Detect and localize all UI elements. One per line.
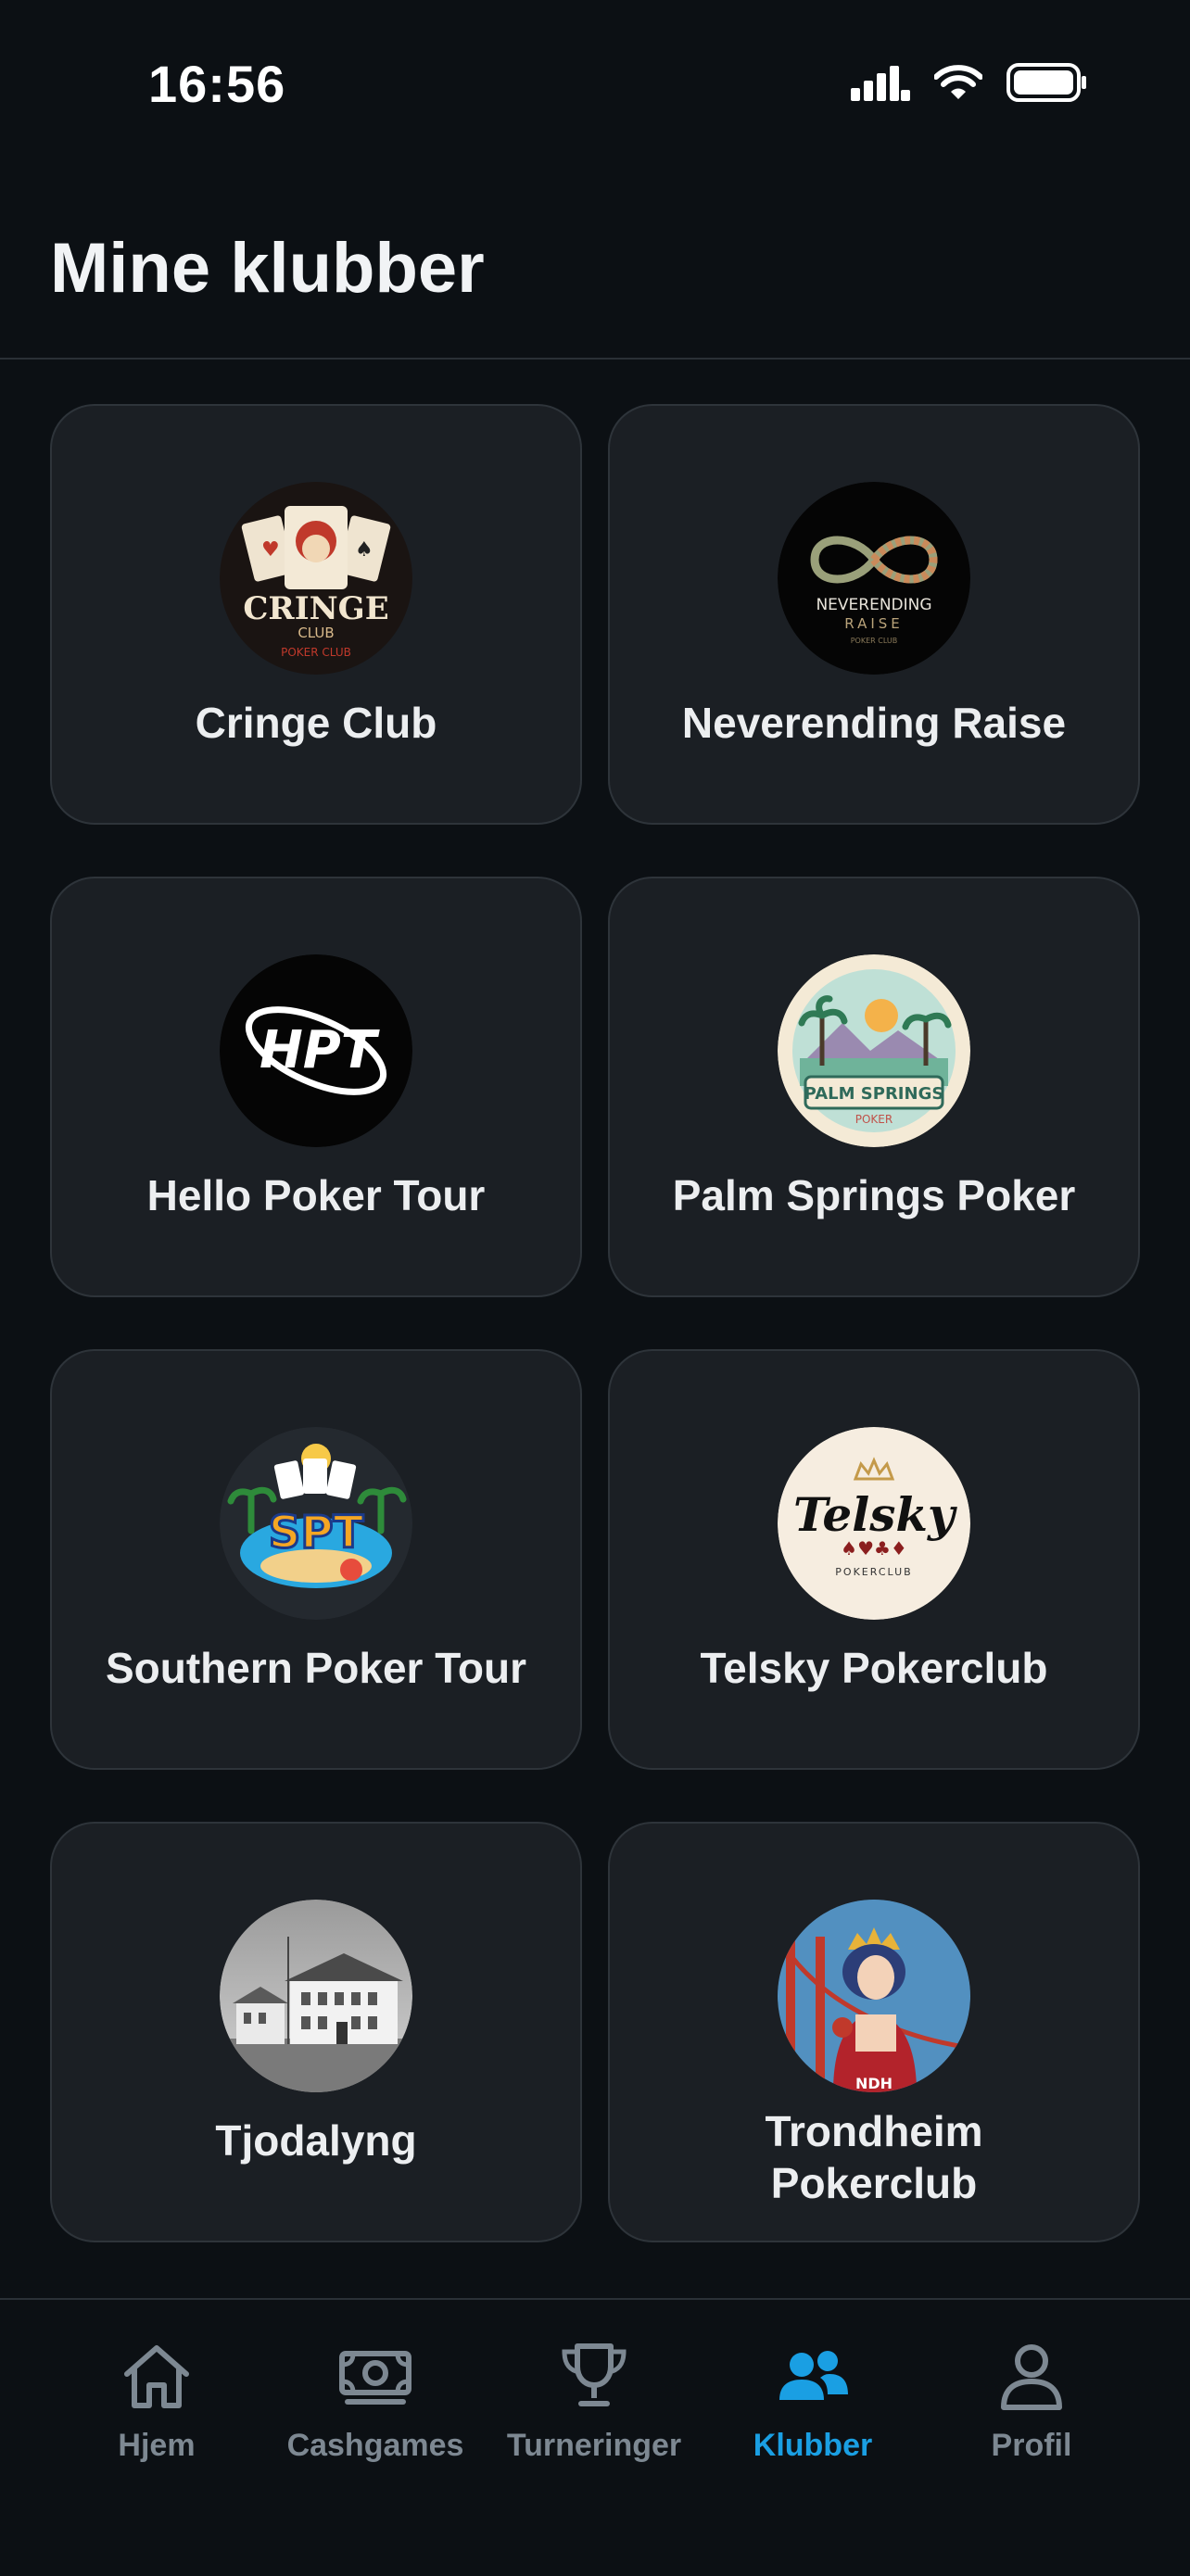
club-name-line-1: Trondheim [765,2107,983,2155]
club-logo-spt: SPT [220,1427,412,1620]
club-name: Tjodalyng [215,2116,417,2165]
club-name: Southern Poker Tour [105,1644,527,1692]
club-card-telsky-pokerclub[interactable]: Telsky ♠♥♣♦ POKERCLUB Telsky Pokerclub [608,1349,1140,1770]
club-logo-hpt: HPT [220,954,412,1147]
club-card-neverending-raise[interactable]: NEVERENDING RAISE POKER CLUB Neverending… [608,404,1140,825]
wifi-icon [934,65,982,99]
club-logo-cringe: ♥ ♠ CRINGE CLUB POKER CLUB [220,482,412,675]
club-logo-tjodalyng [220,1900,412,2092]
status-time: 16:56 [148,55,286,113]
club-name: Trondheim Pokerclub [628,2105,1120,2209]
svg-text:POKER: POKER [855,1113,892,1126]
battery-icon [1006,63,1086,102]
club-logo-neverending: NEVERENDING RAISE POKER CLUB [778,482,970,675]
tab-label: Hjem [118,2428,196,2463]
club-card-cringe-club[interactable]: ♥ ♠ CRINGE CLUB POKER CLUB Cringe Club [50,404,582,825]
club-name: Telsky Pokerclub [700,1644,1048,1692]
club-name: Neverending Raise [681,699,1067,747]
svg-text:POKER CLUB: POKER CLUB [851,637,898,645]
club-grid: ♥ ♠ CRINGE CLUB POKER CLUB Cringe Club N… [50,404,1140,2242]
home-icon [124,2345,189,2408]
trophy-icon [562,2343,627,2406]
svg-text:PALM SPRINGS: PALM SPRINGS [804,1084,944,1104]
svg-text:POKERCLUB: POKERCLUB [835,1566,912,1578]
tab-label: Cashgames [286,2428,464,2463]
svg-text:♠♥♣♦: ♠♥♣♦ [841,1537,907,1559]
tab-hjem[interactable]: Hjem [47,2337,266,2467]
person-icon [1001,2344,1062,2410]
tab-turneringer[interactable]: Turneringer [485,2337,703,2467]
club-card-palm-springs-poker[interactable]: PALM SPRINGS POKER Palm Springs Poker [608,877,1140,1297]
club-card-tjodalyng[interactable]: Tjodalyng [50,1822,582,2242]
svg-text:NEVERENDING: NEVERENDING [816,596,931,614]
status-bar: 16:56 [0,0,1190,176]
page-title: Mine klubber [50,229,485,308]
svg-text:♥: ♥ [261,538,280,562]
tab-bar: Hjem Cashgames Turneringer Klubber Profi… [0,2298,1190,2576]
club-name: Cringe Club [195,699,437,747]
tab-klubber[interactable]: Klubber [703,2337,922,2467]
cash-icon [339,2351,411,2405]
header: Mine klubber [0,176,1190,360]
svg-text:Telsky: Telsky [793,1487,957,1542]
club-card-southern-poker-tour[interactable]: SPT Southern Poker Tour [50,1349,582,1770]
svg-text:NDH: NDH [855,2075,892,2092]
club-logo-palm-springs: PALM SPRINGS POKER [778,954,970,1147]
club-logo-telsky: Telsky ♠♥♣♦ POKERCLUB [778,1427,970,1620]
status-icons [851,63,1088,102]
club-name-line-2: Pokerclub [770,2159,978,2207]
svg-text:HPT: HPT [260,1020,380,1080]
tab-label: Profil [991,2428,1072,2463]
club-name: Hello Poker Tour [146,1171,486,1219]
tab-profil[interactable]: Profil [922,2337,1141,2467]
svg-text:CRINGE: CRINGE [243,590,388,627]
svg-text:RAISE: RAISE [844,615,904,632]
svg-text:POKER CLUB: POKER CLUB [281,646,351,659]
svg-text:♠: ♠ [355,538,373,562]
club-card-trondheim-pokerclub[interactable]: NDH Trondheim Pokerclub [608,1822,1140,2242]
tab-label: Turneringer [506,2428,682,2463]
cellular-signal-icon [851,66,910,101]
people-icon [779,2351,848,2400]
svg-text:SPT: SPT [269,1507,364,1559]
club-name: Palm Springs Poker [672,1171,1076,1219]
club-logo-trondheim: NDH [778,1900,970,2092]
tab-label: Klubber [753,2428,873,2463]
svg-text:CLUB: CLUB [298,625,334,641]
club-card-hello-poker-tour[interactable]: HPT Hello Poker Tour [50,877,582,1297]
tab-cashgames[interactable]: Cashgames [266,2337,485,2467]
